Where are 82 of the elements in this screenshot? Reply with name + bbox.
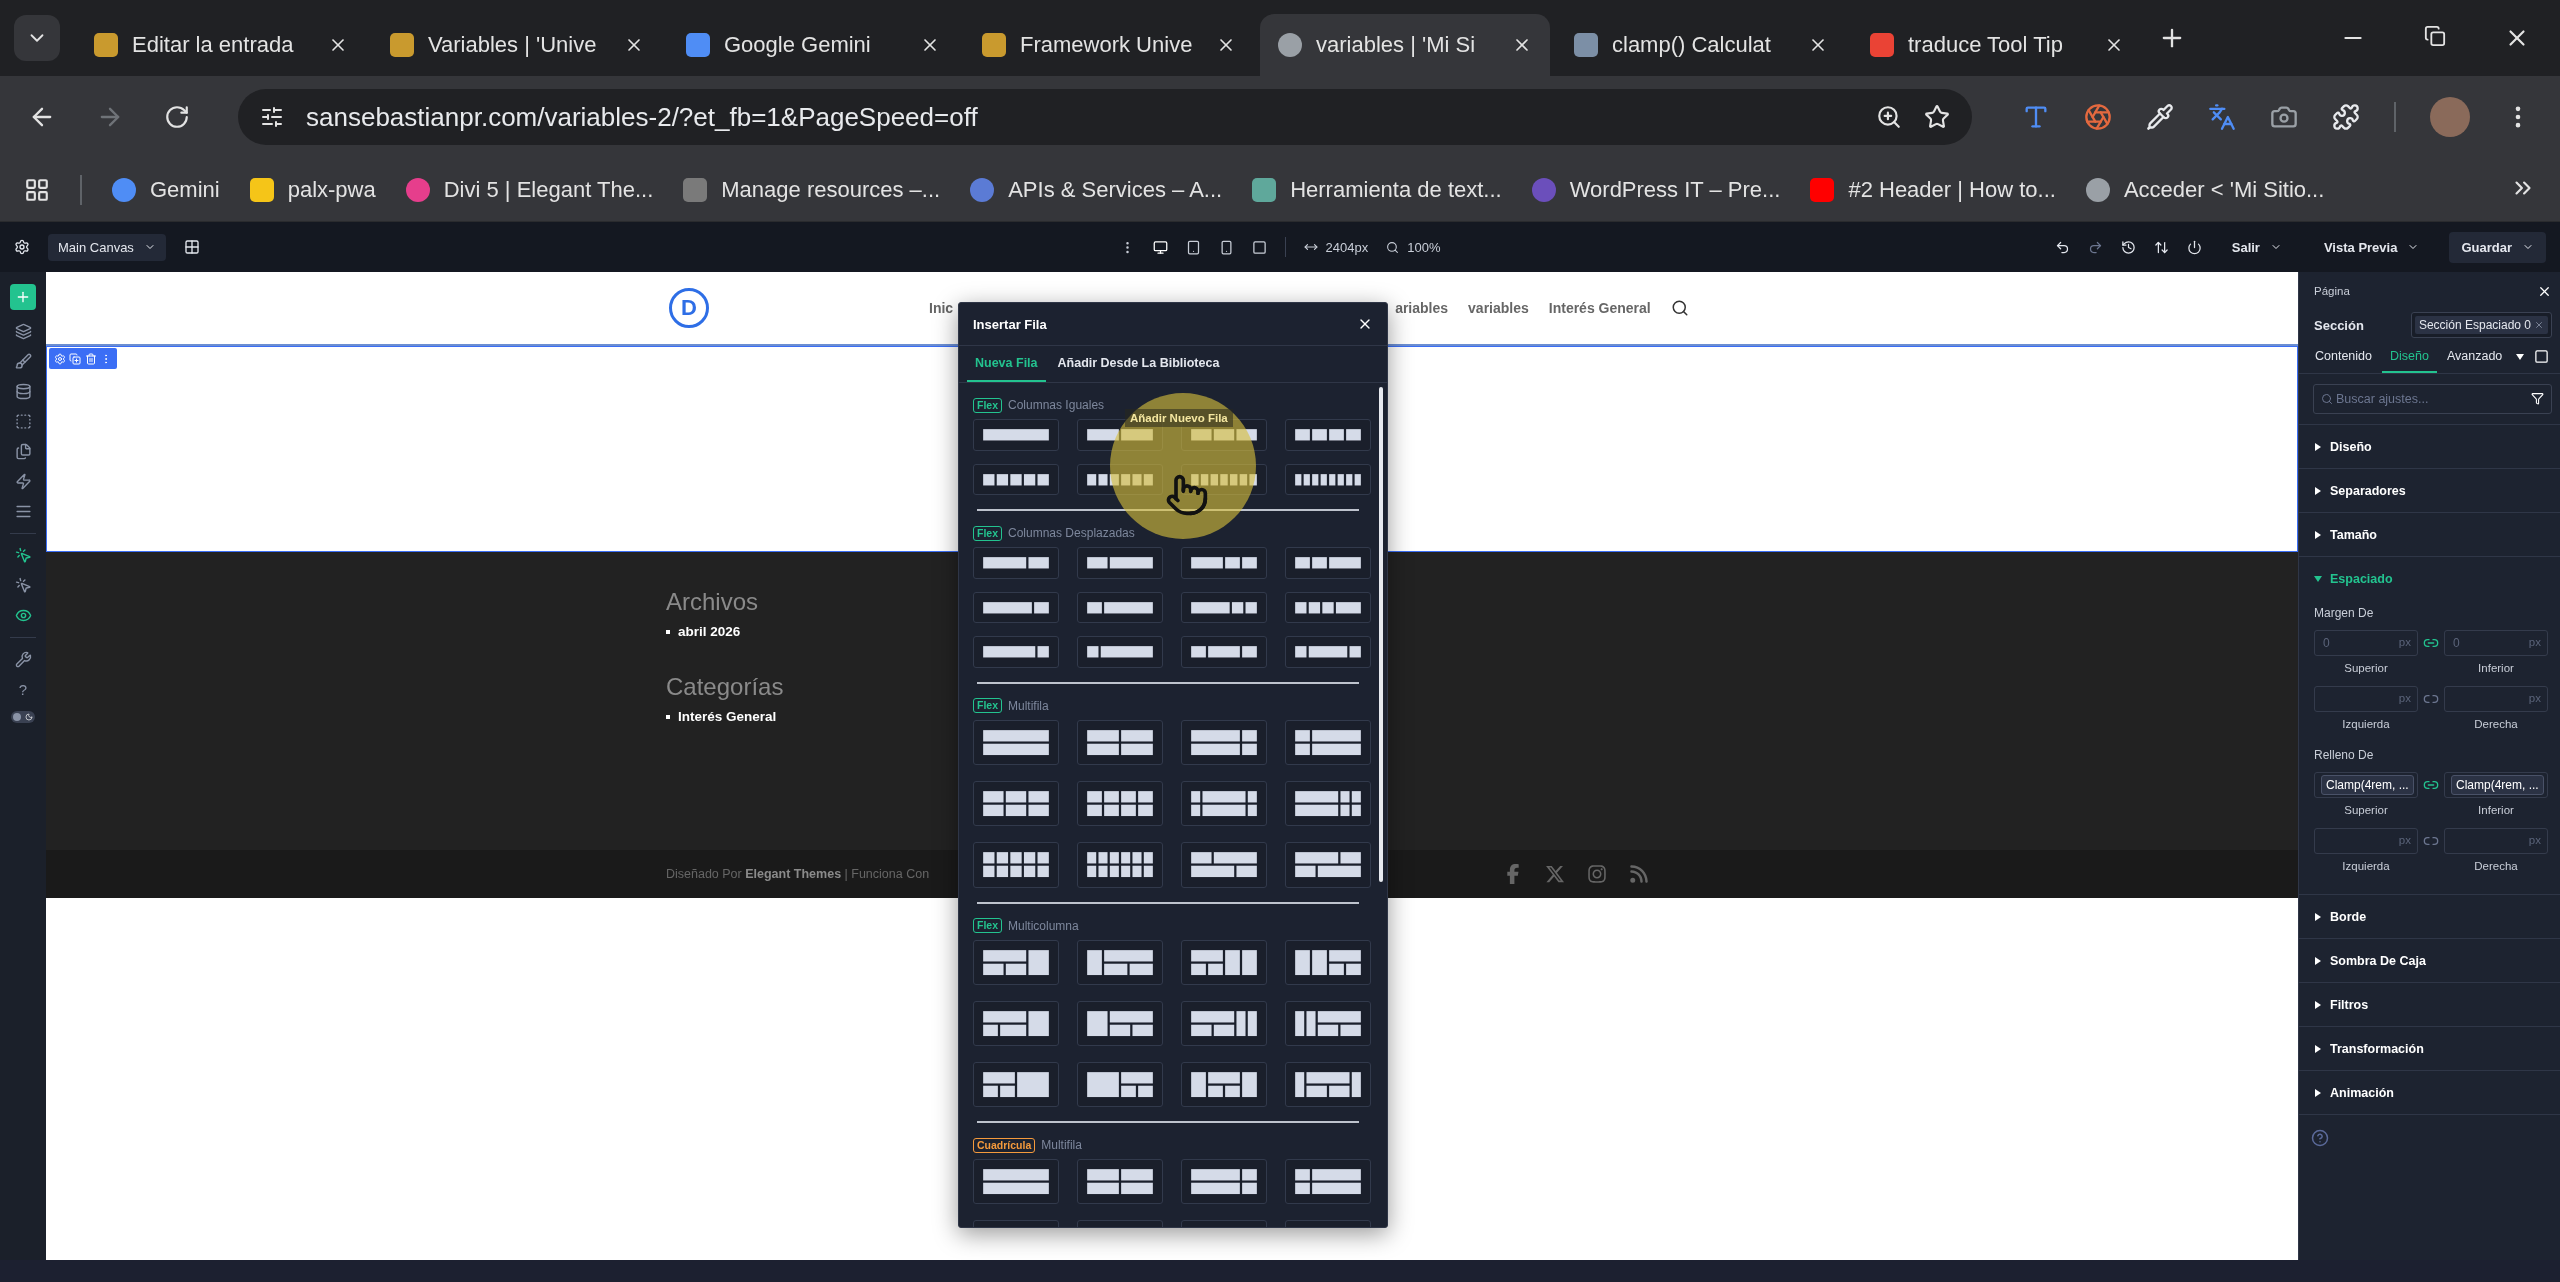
layout-type-tag: Flex [973,397,1002,413]
layout-group-title: Columnas Iguales [1008,398,1105,412]
settings-tab[interactable]: Contenido [2307,340,2380,373]
settings-group-header[interactable]: Tamaño [2299,513,2560,556]
settings-group-header[interactable]: Filtros [2299,983,2560,1026]
unit-label: px [2398,834,2411,846]
settings-group-header[interactable]: Animación [2299,1071,2560,1114]
settings-group-header[interactable]: Diseño [2299,425,2560,468]
layout-group-title: Columnas Desplazadas [1008,526,1135,541]
layout-group-title: Multicolumna [1008,918,1079,933]
bookmark[interactable]: palx-pwa [249,176,376,203]
section-label: Sección [2314,317,2364,333]
bookmark[interactable]: WordPress IT – Pre... [1531,176,1781,203]
footer-credits: Diseñado Por Elegant Themes | Funciona Con [666,867,930,881]
input-field[interactable]: Clamp(4rem, ... [2314,772,2418,798]
field-label: Superior [2343,662,2389,674]
bookmark[interactable]: Divi 5 | Elegant The... [405,176,654,203]
browser-tab[interactable]: Variables | 'Unive [372,14,662,76]
dialog-tab[interactable]: Añadir Desde La Biblioteca [1049,346,1228,382]
search-field[interactable]: Buscar ajustes... [2313,384,2552,414]
nav-link[interactable]: ariables [1395,300,1449,316]
zoom-level: 100% [1407,239,1441,255]
nav-link[interactable]: Inic [929,300,954,316]
browser-tab[interactable]: traduce Tool Tip [1852,14,2142,76]
layout-group-title: Multifila [1041,1138,1082,1153]
unit-label: px [2398,636,2411,648]
field-label: Izquierda [2341,860,2391,872]
field-label: Superior [2343,804,2389,816]
canvas-dropdown[interactable]: Main Canvas [48,233,166,261]
widget-link[interactable]: Interés General [678,709,777,724]
bookmark[interactable]: Herramienta de text... [1252,176,1502,203]
layout-type-tag: Cuadrícula [973,1137,1036,1153]
unit-label: px [2528,834,2541,846]
browser-tab[interactable]: Framework Unive [964,14,1254,76]
widget-title: Categorías [666,673,784,701]
bookmark[interactable]: Gemini [112,176,220,203]
browser-tab[interactable]: Google Gemini [668,14,958,76]
settings-group-header[interactable]: Sombra De Caja [2299,939,2560,982]
field-group-label: Margen De [2314,606,2375,620]
address-bar[interactable]: sansebastianpr.com/variables-2/?et_fb=1&PageSpeed=off [238,89,1972,145]
unit-label: px [2528,636,2541,648]
bookmark[interactable]: #2 Header | How to... [1810,176,2056,203]
browser-tab[interactable]: variables | 'Mi Si [1260,14,1550,76]
layout-group-title: Multifila [1008,698,1049,713]
settings-group-header[interactable]: Transformación [2299,1027,2560,1070]
unit-label: px [2528,692,2541,704]
settings-tab[interactable]: Avanzado [2438,340,2511,373]
layout-type-tag: Flex [973,525,1002,541]
section-selector[interactable]: Sección Espaciado 0 [2410,312,2552,338]
input-field[interactable]: Clamp(4rem, ... [2444,772,2548,798]
widget-title: Archivos [666,588,759,616]
field-label: Izquierda [2341,718,2391,730]
bookmark[interactable]: Acceder < 'Mi Sitio... [2085,176,2325,203]
field-label: Derecha [2473,860,2519,872]
tooltip: Añadir Nuevo Fila [1125,409,1233,427]
field-label: Inferior [2477,662,2515,674]
exit-button[interactable]: Salir [2219,231,2294,263]
bookmark[interactable]: Manage resources –... [683,176,941,203]
settings-group-header[interactable]: Borde [2299,895,2560,938]
unit-label: px [2398,692,2411,704]
settings-group-header[interactable]: Separadores [2299,469,2560,512]
field-label: Derecha [2473,718,2519,730]
bookmark[interactable]: APIs & Services – A... [970,176,1223,203]
breadcrumb[interactable]: Página [2314,285,2350,297]
settings-group-header[interactable]: Espaciado [2299,557,2560,600]
layout-type-tag: Flex [973,918,1002,934]
canvas-width: 2404px [1325,239,1369,255]
settings-tab[interactable]: Diseño [2382,340,2437,373]
widget-link[interactable]: abril 2026 [678,624,741,639]
browser-tab[interactable]: clamp() Calculat [1556,14,1846,76]
preview-button[interactable]: Vista Previa [2311,231,2432,263]
save-button[interactable]: Guardar [2449,231,2546,263]
field-label: Inferior [2477,804,2515,816]
layout-type-tag: Flex [973,698,1002,714]
help-link[interactable]: ? [18,681,28,698]
dialog-title: Insertar Fila [973,316,1047,332]
site-logo[interactable]: D [669,288,709,328]
browser-tab[interactable]: Editar la entrada [76,14,366,76]
dialog-tab[interactable]: Nueva Fila [967,346,1046,382]
nav-link[interactable]: variables [1468,300,1529,316]
field-group-label: Relleno De [2314,748,2375,762]
nav-link[interactable]: Interés General [1548,300,1651,316]
